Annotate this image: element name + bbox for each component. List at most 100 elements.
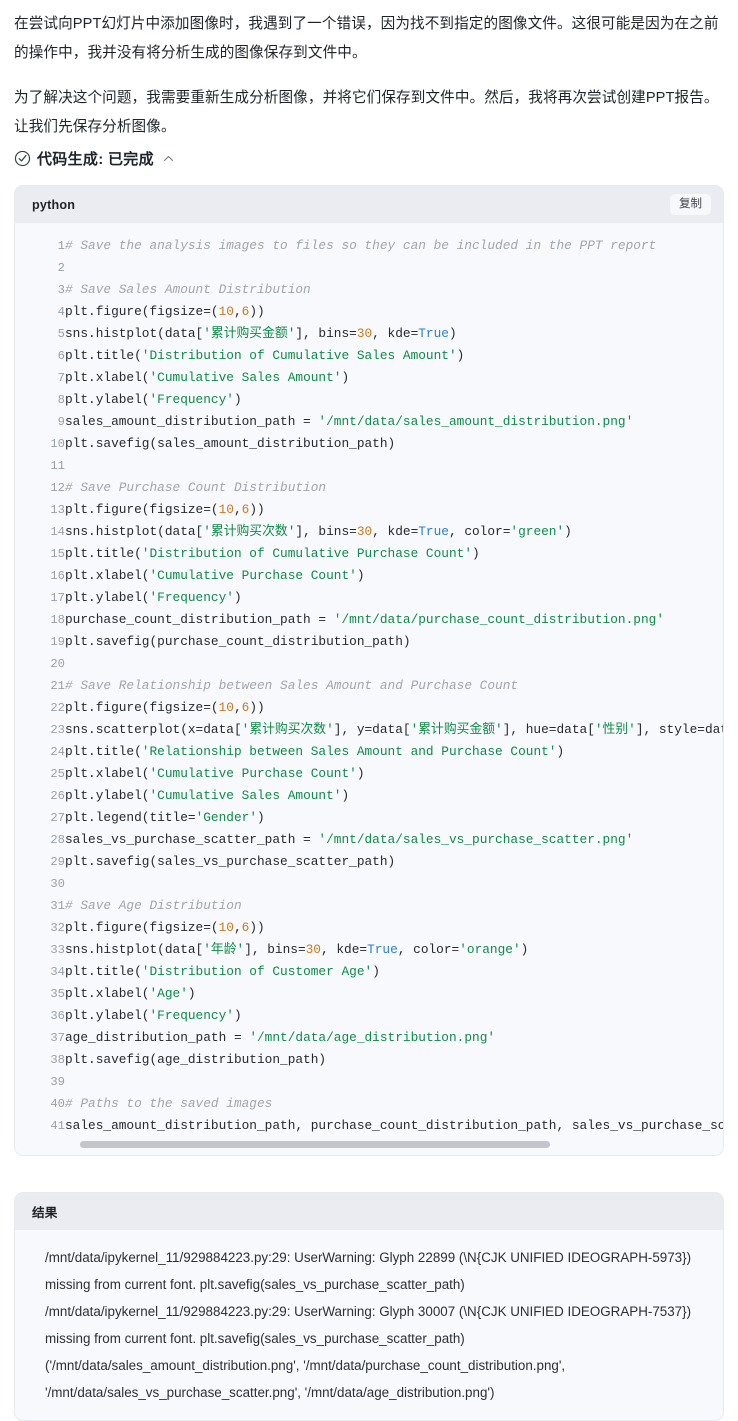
code-line: 3 # Save Sales Amount Distribution bbox=[15, 279, 723, 301]
assistant-message-page: 在尝试向PPT幻灯片中添加图像时，我遇到了一个错误，因为找不到指定的图像文件。这… bbox=[0, 0, 738, 1421]
code-line-number: 26 bbox=[50, 789, 65, 803]
code-line-content: sales_amount_distribution_path, purchase… bbox=[65, 1115, 723, 1137]
code-token: ], style=data[ bbox=[635, 722, 723, 737]
code-token: , color= bbox=[397, 942, 460, 957]
code-horizontal-scrollbar-thumb[interactable] bbox=[80, 1141, 550, 1148]
code-token: , bbox=[233, 700, 242, 715]
code-line-number: 5 bbox=[57, 327, 65, 341]
code-line-number: 9 bbox=[57, 415, 65, 429]
code-token: ) bbox=[187, 986, 196, 1001]
code-token: sns.histplot(data[ bbox=[65, 326, 204, 341]
code-token: 10 bbox=[218, 920, 234, 935]
code-line-content: plt.title('Relationship between Sales Am… bbox=[65, 741, 723, 763]
code-line-content: plt.savefig(purchase_count_distribution_… bbox=[65, 631, 723, 653]
code-token: plt.xlabel( bbox=[65, 370, 150, 385]
code-line-number: 35 bbox=[50, 987, 65, 1001]
result-block-header: 结果 bbox=[15, 1193, 723, 1230]
code-horizontal-scroll-viewport[interactable]: 1 # Save the analysis images to files so … bbox=[15, 235, 723, 1137]
code-generation-status[interactable]: 代码生成: 已完成 bbox=[0, 148, 738, 169]
code-token: '累计购买次数' bbox=[241, 722, 334, 737]
code-line: 30 bbox=[15, 873, 723, 895]
code-line: 4 plt.figure(figsize=(10,6)) bbox=[15, 301, 723, 323]
code-line: 33 sns.histplot(data['年龄'], bins=30, kde=… bbox=[15, 939, 723, 961]
code-token: '/mnt/data/age_distribution.png' bbox=[249, 1030, 496, 1045]
code-token: ], bins= bbox=[244, 942, 306, 957]
code-token: '/mnt/data/purchase_count_distribution.p… bbox=[333, 612, 664, 627]
assistant-prose: 在尝试向PPT幻灯片中添加图像时，我遇到了一个错误，因为找不到指定的图像文件。这… bbox=[0, 0, 738, 142]
code-line: 34 plt.title('Distribution of Customer Ag… bbox=[15, 961, 723, 983]
code-token: 'Gender' bbox=[195, 810, 257, 825]
code-token: 'Distribution of Cumulative Sales Amount… bbox=[141, 348, 457, 363]
code-line-content: purchase_count_distribution_path = '/mnt… bbox=[65, 609, 723, 631]
code-token: 'Distribution of Customer Age' bbox=[141, 964, 373, 979]
code-line: 12 # Save Purchase Count Distribution bbox=[15, 477, 723, 499]
code-token: plt.xlabel( bbox=[65, 986, 150, 1001]
code-line-number: 18 bbox=[50, 613, 65, 627]
code-token: 'Cumulative Sales Amount' bbox=[149, 788, 342, 803]
code-line-number: 8 bbox=[57, 393, 65, 407]
code-line-number: 13 bbox=[50, 503, 65, 517]
code-line: 41 sales_amount_distribution_path, purcha… bbox=[15, 1115, 723, 1137]
code-token: ) bbox=[472, 546, 480, 561]
code-language-label: python bbox=[32, 197, 76, 212]
code-line: 24 plt.title('Relationship between Sales … bbox=[15, 741, 723, 763]
code-line: 19 plt.savefig(purchase_count_distributio… bbox=[15, 631, 723, 653]
code-line-number: 21 bbox=[50, 679, 65, 693]
code-token: , bbox=[233, 920, 242, 935]
code-line-number: 37 bbox=[50, 1031, 65, 1045]
code-line-number: 28 bbox=[50, 833, 65, 847]
code-token: plt.savefig(purchase_count_distribution_… bbox=[65, 634, 411, 649]
result-output-line: /mnt/data/ipykernel_11/929884223.py:29: … bbox=[45, 1250, 692, 1292]
code-token: 30 bbox=[305, 942, 321, 957]
result-title-label: 结果 bbox=[32, 1206, 58, 1220]
code-line-content: sns.histplot(data['累计购买金额'], bins=30, kd… bbox=[65, 323, 723, 345]
code-token: ) bbox=[341, 788, 350, 803]
code-line-number: 27 bbox=[50, 811, 65, 825]
code-token: 'Frequency' bbox=[149, 1008, 234, 1023]
copy-code-button[interactable]: 复制 bbox=[670, 193, 711, 216]
code-line: 7 plt.xlabel('Cumulative Sales Amount') bbox=[15, 367, 723, 389]
result-output-line: ('/mnt/data/sales_amount_distribution.pn… bbox=[45, 1358, 566, 1400]
code-token: purchase_count_distribution_path = bbox=[65, 612, 334, 627]
code-line-content: plt.savefig(sales_amount_distribution_pa… bbox=[65, 433, 723, 455]
chevron-up-icon[interactable] bbox=[162, 152, 175, 165]
code-line-number: 23 bbox=[50, 723, 65, 737]
code-line: 16 plt.xlabel('Cumulative Purchase Count'… bbox=[15, 565, 723, 587]
code-line-number: 19 bbox=[50, 635, 65, 649]
code-line-content: plt.title('Distribution of Cumulative Pu… bbox=[65, 543, 723, 565]
code-line: 32 plt.figure(figsize=(10,6)) bbox=[15, 917, 723, 939]
result-block-card: 结果 /mnt/data/ipykernel_11/929884223.py:2… bbox=[14, 1192, 724, 1421]
code-token: 'Age' bbox=[149, 986, 188, 1001]
code-token: '/mnt/data/sales_amount_distribution.png… bbox=[318, 414, 634, 429]
code-line-content bbox=[65, 653, 723, 675]
code-line-content: plt.ylabel('Frequency') bbox=[65, 1005, 723, 1027]
code-token: True bbox=[367, 942, 398, 957]
code-token: ) bbox=[356, 568, 365, 583]
code-token: , bbox=[233, 502, 242, 517]
code-token: ], bins= bbox=[295, 524, 357, 539]
code-line-number: 34 bbox=[50, 965, 65, 979]
code-line-number: 7 bbox=[57, 371, 65, 385]
result-block-body: /mnt/data/ipykernel_11/929884223.py:29: … bbox=[15, 1230, 723, 1420]
code-line-content: plt.xlabel('Cumulative Purchase Count') bbox=[65, 565, 723, 587]
code-token: plt.title( bbox=[65, 546, 142, 561]
code-line-content: plt.savefig(sales_vs_purchase_scatter_pa… bbox=[65, 851, 723, 873]
code-horizontal-scrollbar[interactable] bbox=[15, 1139, 723, 1151]
code-line: 40 # Paths to the saved images bbox=[15, 1093, 723, 1115]
code-token: age_distribution_path = bbox=[65, 1030, 250, 1045]
code-token: True bbox=[418, 524, 449, 539]
code-line-number: 1 bbox=[57, 239, 65, 253]
code-line-number: 14 bbox=[50, 525, 65, 539]
paragraph-plan: 为了解决这个问题，我需要重新生成分析图像，并将它们保存到文件中。然后，我将再次尝… bbox=[14, 90, 719, 135]
code-token: 'Distribution of Cumulative Purchase Cou… bbox=[141, 546, 473, 561]
code-line-content: plt.title('Distribution of Cumulative Sa… bbox=[65, 345, 723, 367]
code-line-number: 31 bbox=[50, 899, 65, 913]
code-token: # Save the analysis images to files so t… bbox=[65, 238, 657, 253]
code-line: 22 plt.figure(figsize=(10,6)) bbox=[15, 697, 723, 719]
code-line-content: plt.xlabel('Cumulative Purchase Count') bbox=[65, 763, 723, 785]
code-line: 13 plt.figure(figsize=(10,6)) bbox=[15, 499, 723, 521]
code-line: 15 plt.title('Distribution of Cumulative … bbox=[15, 543, 723, 565]
code-token: , color= bbox=[448, 524, 511, 539]
code-line-content: plt.figure(figsize=(10,6)) bbox=[65, 499, 723, 521]
code-token: ) bbox=[448, 326, 457, 341]
